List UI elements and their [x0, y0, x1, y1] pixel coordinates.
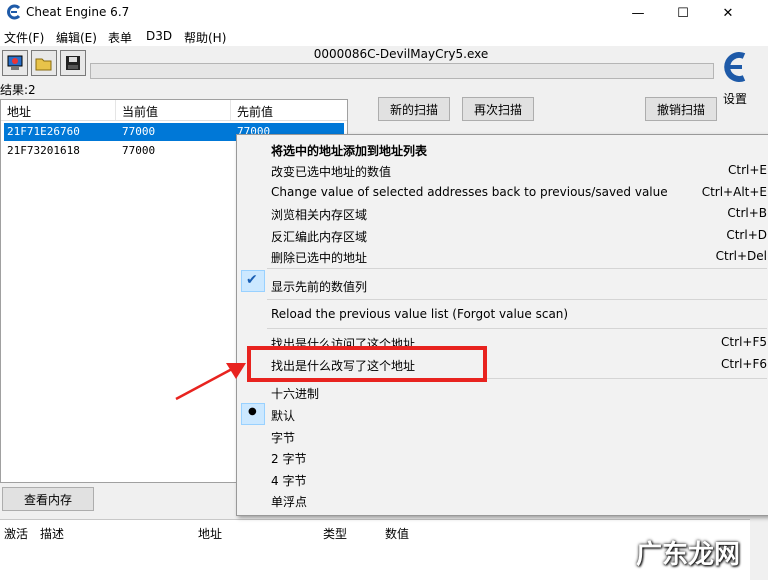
- column-value[interactable]: 数值: [385, 525, 409, 542]
- menu-item-delete-selected[interactable]: 删除已选中的地址: [271, 249, 367, 266]
- menu-file[interactable]: 文件(F): [4, 29, 44, 46]
- computer-icon: [7, 55, 23, 70]
- header-current-value[interactable]: 当前值: [122, 103, 158, 120]
- watermark-text: 广东龙网: [636, 540, 741, 570]
- red-arrow-icon: [175, 363, 246, 401]
- menu-item-byte[interactable]: 字节: [271, 429, 295, 446]
- row-address: 21F73201618: [7, 144, 80, 157]
- new-scan-button[interactable]: 新的扫描: [378, 97, 450, 121]
- list-header: 地址 当前值 先前值: [1, 100, 347, 121]
- next-scan-button[interactable]: 再次扫描: [462, 97, 534, 121]
- view-memory-button[interactable]: 查看内存: [2, 487, 94, 511]
- menu-item-2-bytes[interactable]: 2 字节: [271, 450, 306, 467]
- context-menu: 将选中的地址添加到地址列表 改变已选中地址的数值 Ctrl+E Change v…: [236, 134, 768, 516]
- menu-item-hexadecimal[interactable]: 十六进制: [271, 385, 319, 402]
- column-description[interactable]: 描述: [40, 525, 64, 542]
- shortcut-label: Ctrl+Alt+E: [701, 185, 767, 199]
- header-address[interactable]: 地址: [7, 103, 31, 120]
- save-button[interactable]: [60, 50, 86, 76]
- folder-open-icon: [35, 58, 52, 71]
- window-title: Cheat Engine 6.7: [26, 5, 130, 19]
- column-divider: [115, 100, 116, 120]
- results-count: 结果:2: [0, 83, 36, 97]
- radio-indicator: ●: [241, 403, 265, 425]
- open-file-button[interactable]: [31, 50, 57, 76]
- menu-separator: [267, 299, 767, 300]
- menu-help[interactable]: 帮助(H): [184, 29, 226, 46]
- column-divider: [230, 100, 231, 120]
- menu-item-add-to-list[interactable]: 将选中的地址添加到地址列表: [271, 142, 427, 159]
- column-active[interactable]: 激活: [4, 525, 28, 542]
- highlight-box: [247, 346, 487, 382]
- menu-item-change-value[interactable]: 改变已选中地址的数值: [271, 163, 391, 180]
- checkmark-icon: ✔: [246, 272, 258, 288]
- row-address: 21F71E26760: [7, 125, 80, 138]
- shortcut-label: Ctrl+B: [727, 206, 767, 220]
- menu-item-float[interactable]: 单浮点: [271, 493, 307, 510]
- minimize-button[interactable]: —: [615, 0, 661, 26]
- check-indicator: ✔: [241, 270, 265, 292]
- menu-item-show-previous-column[interactable]: 显示先前的数值列: [271, 278, 367, 295]
- row-current-value: 77000: [122, 125, 156, 138]
- cheat-engine-logo-icon: [7, 4, 21, 20]
- menu-item-4-bytes[interactable]: 4 字节: [271, 472, 306, 489]
- process-name-label: 0000086C-DevilMayCry5.exe: [313, 47, 489, 61]
- menu-item-disassemble[interactable]: 反汇编此内存区域: [271, 228, 367, 245]
- floppy-disk-icon: [66, 56, 80, 70]
- menu-item-restore-previous-value[interactable]: Change value of selected addresses back …: [271, 185, 668, 199]
- menu-item-reload-previous-list[interactable]: Reload the previous value list (Forgot v…: [271, 307, 568, 321]
- select-process-button[interactable]: [2, 50, 28, 76]
- column-address[interactable]: 地址: [198, 525, 222, 542]
- menu-item-default[interactable]: 默认: [271, 407, 295, 424]
- menu-separator: [267, 268, 767, 269]
- maximize-button[interactable]: ☐: [660, 0, 706, 26]
- header-previous-value[interactable]: 先前值: [237, 103, 273, 120]
- shortcut-label: Ctrl+F6: [721, 357, 767, 371]
- menu-item-browse-memory[interactable]: 浏览相关内存区域: [271, 206, 367, 223]
- menu-separator: [267, 328, 767, 329]
- menu-d3d[interactable]: D3D: [146, 29, 172, 43]
- close-button[interactable]: ✕: [705, 0, 751, 26]
- scan-progress-bar: [90, 63, 714, 79]
- radio-dot-icon: ●: [248, 406, 257, 417]
- shortcut-label: Ctrl+D: [726, 228, 767, 242]
- settings-label[interactable]: 设置: [723, 90, 747, 107]
- undo-scan-button[interactable]: 撤销扫描: [645, 97, 717, 121]
- shortcut-label: Ctrl+F5: [721, 335, 767, 349]
- shortcut-label: Ctrl+E: [728, 163, 767, 177]
- column-type[interactable]: 类型: [323, 525, 347, 542]
- cheat-engine-settings-logo-icon[interactable]: [720, 48, 750, 88]
- menu-edit[interactable]: 编辑(E): [56, 29, 97, 46]
- menu-table[interactable]: 表单: [108, 29, 132, 46]
- row-current-value: 77000: [122, 144, 156, 157]
- shortcut-label: Ctrl+Del: [715, 249, 767, 263]
